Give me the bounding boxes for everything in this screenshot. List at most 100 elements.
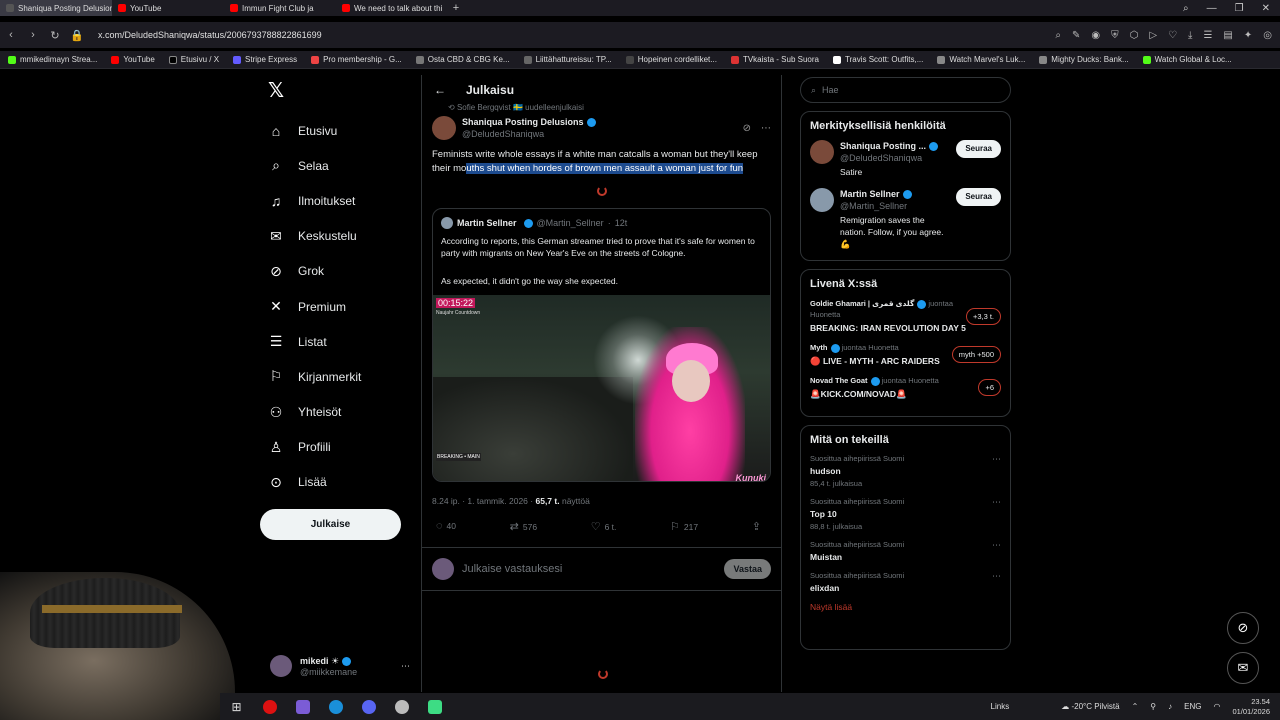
repost-action[interactable]: ⇄ 576 <box>510 520 537 533</box>
clock[interactable]: 23.54 01/01/2026 <box>1232 697 1270 717</box>
listener-pill[interactable]: +3,3 t. <box>965 307 1001 325</box>
wifi-icon[interactable]: ◠ <box>1213 702 1220 711</box>
reply-action[interactable]: ◌ 40 <box>436 520 456 533</box>
nav-item-lisaa[interactable]: ⊙ Lisää <box>260 465 420 500</box>
weather-widget[interactable]: ☁ -20°C Pilvistä <box>1061 702 1119 711</box>
nav-item-premium[interactable]: ✕ Premium <box>260 289 420 324</box>
reply-input[interactable]: Julkaise vastauksesi <box>462 563 562 575</box>
forward-icon[interactable]: › <box>22 29 44 41</box>
bookmark-item[interactable]: TVkaista - Sub Suora <box>730 55 819 64</box>
more-icon[interactable]: ⋯ <box>761 123 771 134</box>
close-icon[interactable]: ✕ <box>1262 3 1270 14</box>
nav-item-yhteisot[interactable]: ⚇ Yhteisöt <box>260 395 420 430</box>
language-indicator[interactable]: ENG <box>1184 702 1201 711</box>
bookmark-item[interactable]: Pro membership - G... <box>311 55 402 64</box>
nav-item-selaa[interactable]: ⌕ Selaa <box>260 148 420 183</box>
reload-icon[interactable]: ↻ <box>44 29 66 42</box>
quoted-post[interactable]: Martin Sellner @Martin_Sellner · 12t Acc… <box>432 208 771 482</box>
post-button[interactable]: Julkaise <box>260 509 401 540</box>
links-toolbar[interactable]: Links <box>991 702 1010 711</box>
search-icon[interactable]: ⌕ <box>1055 30 1061 41</box>
volume-icon[interactable]: ♪ <box>1168 702 1172 711</box>
nav-item-grok[interactable]: ⊘ Grok <box>260 254 420 289</box>
post-timestamp[interactable]: 8.24 ip. · 1. tammik. 2026 · <box>432 496 533 506</box>
app-icon[interactable] <box>418 699 451 714</box>
video-player[interactable]: 00:15:22 Naujahr Countdown BREAKING • MA… <box>433 295 770 481</box>
account-switcher[interactable]: mikedi ☀ @miikkemane ⋯ <box>270 652 410 680</box>
live-item[interactable]: Goldie Ghamari | گلدی قمری juontaa Huone… <box>810 298 1001 334</box>
app-icon[interactable] <box>385 699 418 714</box>
app-icon[interactable] <box>286 699 319 714</box>
share-action[interactable]: ⇪ <box>752 520 765 533</box>
more-icon[interactable]: ⋯ <box>992 571 1001 593</box>
follow-button[interactable]: Seuraa <box>956 140 1001 158</box>
camera-icon[interactable]: ◉ <box>1091 30 1100 41</box>
bookmark-item[interactable]: mmikedimayn Strea... <box>8 55 97 64</box>
show-more-link[interactable]: Näytä lisää <box>810 602 1001 612</box>
tab-shaniqua[interactable]: Shaniqua Posting Delusions <box>0 0 112 16</box>
aria-icon[interactable]: ✦ <box>1244 30 1252 41</box>
bookmark-item[interactable]: Osta CBD & CBG Ke... <box>415 55 510 64</box>
author-handle[interactable]: @DeludedShaniqwa <box>462 128 596 140</box>
more-icon[interactable]: ⋯ <box>401 661 410 672</box>
nav-item-listat[interactable]: ☰ Listat <box>260 324 420 359</box>
download-icon[interactable]: ⤓ <box>1188 30 1192 41</box>
tab-immun[interactable]: Immun Fight Club ja <box>224 0 336 16</box>
bookmark-action[interactable]: ⚐ 217 <box>670 520 698 533</box>
trend-item[interactable]: Suosittua aihepiirissä Suomi Top 10 88,8… <box>810 497 1001 531</box>
network-icon[interactable]: ⚲ <box>1150 702 1156 711</box>
wallet-icon[interactable]: ▤ <box>1223 30 1232 41</box>
back-icon[interactable]: ‹ <box>0 29 22 41</box>
more-icon[interactable]: ⋯ <box>992 540 1001 562</box>
bookmark-item[interactable]: Liittähattureissu: TP... <box>523 55 612 64</box>
trend-item[interactable]: Suosittua aihepiirissä Suomi hudson 85,4… <box>810 454 1001 488</box>
tab-youtube[interactable]: YouTube <box>112 0 224 16</box>
author-name[interactable]: Shaniqua Posting Delusions <box>462 117 584 127</box>
x-logo-icon[interactable]: 𝕏 <box>268 78 420 103</box>
trend-item[interactable]: Suosittua aihepiirissä Suomi elixdan ⋯ <box>810 571 1001 593</box>
messages-fab-button[interactable]: ✉ <box>1227 652 1259 684</box>
follow-button[interactable]: Seuraa <box>956 188 1001 206</box>
edit-icon[interactable]: ✎ <box>1072 30 1080 41</box>
edge-icon[interactable] <box>319 699 352 714</box>
nav-item-kirjanmerkit[interactable]: ⚐ Kirjanmerkit <box>260 359 420 394</box>
reply-button[interactable]: Vastaa <box>724 559 771 579</box>
bookmark-item[interactable]: Etusivu / X <box>168 55 219 64</box>
grok-icon[interactable]: ⊘ <box>743 123 751 134</box>
nav-item-etusivu[interactable]: ⌂ Etusivu <box>260 113 420 148</box>
grok-fab-button[interactable]: ⊘ <box>1227 612 1259 644</box>
bookmark-item[interactable]: Mighty Ducks: Bank... <box>1039 55 1129 64</box>
opera-icon[interactable] <box>253 699 286 714</box>
person-row[interactable]: Martin Sellner @Martin_Sellner Remigrati… <box>810 188 1001 250</box>
more-icon[interactable]: ⋯ <box>992 454 1001 488</box>
menu-icon[interactable]: ☰ <box>1203 30 1212 41</box>
task-view-icon[interactable]: ⊞ <box>220 700 253 714</box>
back-arrow-icon[interactable]: ← <box>434 83 446 97</box>
trend-item[interactable]: Suosittua aihepiirissä Suomi Muistan ⋯ <box>810 540 1001 562</box>
bookmark-item[interactable]: Stripe Express <box>233 55 297 64</box>
bookmark-item[interactable]: Watch Global & Loc... <box>1142 55 1232 64</box>
extension-icon[interactable]: ⬡ <box>1130 30 1139 41</box>
minimize-icon[interactable]: — <box>1207 3 1217 14</box>
search-icon[interactable]: ⌕ <box>1183 3 1189 14</box>
more-icon[interactable]: ⋯ <box>992 497 1001 531</box>
live-item[interactable]: Myth juontaa Huonetta 🔴 LIVE - MYTH - AR… <box>810 342 1001 367</box>
nav-item-keskustelu[interactable]: ✉ Keskustelu <box>260 219 420 254</box>
chevron-up-icon[interactable]: ⌃ <box>1132 702 1139 711</box>
search-input[interactable]: ⌕ Hae <box>800 77 1011 103</box>
heart-icon[interactable]: ♡ <box>1168 30 1177 41</box>
nav-item-profiili[interactable]: ♙ Profiili <box>260 430 420 465</box>
like-action[interactable]: ♡ 6 t. <box>591 520 617 533</box>
listener-pill[interactable]: +6 <box>978 379 1001 396</box>
person-row[interactable]: Shaniqua Posting ... @DeludedShaniqwa Sa… <box>810 140 1001 178</box>
bookmark-item[interactable]: Hopeinen cordelliket... <box>625 55 717 64</box>
repost-label[interactable]: ⟲ Sofie Bergqvist 🇸🇪 uudelleenjulkaisi <box>422 103 781 112</box>
avatar[interactable] <box>432 116 456 140</box>
listener-pill[interactable]: myth +500 <box>951 346 1001 363</box>
discord-icon[interactable] <box>352 699 385 714</box>
nav-item-ilmoitukset[interactable]: ♫ Ilmoitukset <box>260 183 420 218</box>
maximize-icon[interactable]: ❐ <box>1235 3 1244 14</box>
bookmark-item[interactable]: YouTube <box>111 55 155 64</box>
shield-icon[interactable]: ⛨ <box>1111 30 1119 41</box>
profile-icon[interactable]: ◎ <box>1263 30 1272 41</box>
